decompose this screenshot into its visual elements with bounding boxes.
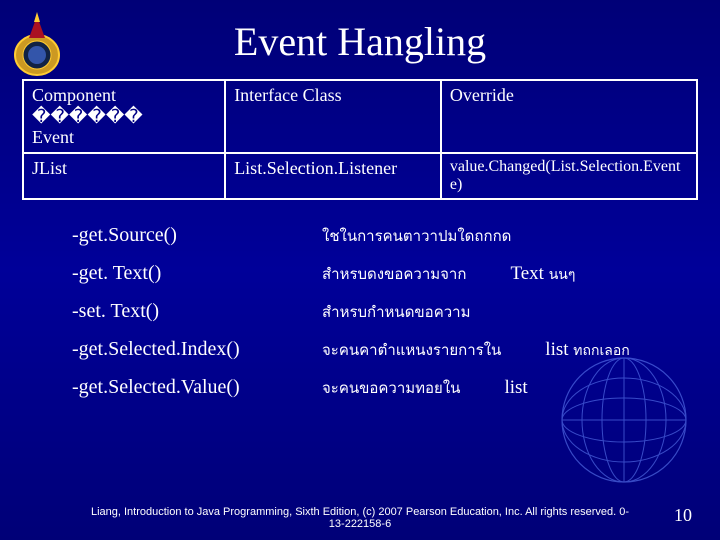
method-extra: list xyxy=(504,377,527,399)
method-name: -get.Source() xyxy=(72,224,292,247)
method-row: -get. Text() สำหรบดงขอความจาก Text นนๆ xyxy=(72,262,660,286)
table-row: JList List.Selection.Listener value.Chan… xyxy=(23,153,697,199)
th-component: Component ������ xyxy=(32,85,143,126)
th-component-event: Component ������ Event xyxy=(23,80,225,153)
method-desc: สำหรบดงขอความจาก xyxy=(322,262,466,286)
table-header-row: Component ������ Event Interface Class O… xyxy=(23,80,697,153)
method-row: -set. Text() สำหรบกำหนดขอความ xyxy=(72,300,660,324)
td-component: JList xyxy=(23,153,225,199)
method-desc: จะคนขอความทอยใน xyxy=(322,376,460,400)
footer-citation: Liang, Introduction to Java Programming,… xyxy=(0,506,720,530)
method-name: -get.Selected.Index() xyxy=(72,338,292,361)
method-desc: สำหรบกำหนดขอความ xyxy=(322,300,470,324)
page-number: 10 xyxy=(674,505,692,526)
slide-title: Event Hangling xyxy=(0,0,720,65)
method-row: -get.Source() ใชในการคนตาวาปมใดถกกด xyxy=(72,224,660,248)
method-desc: ใชในการคนตาวาปมใดถกกด xyxy=(322,224,511,248)
method-extra: Text นนๆ xyxy=(510,263,575,286)
method-desc: จะคนคาตำแหนงรายการใน xyxy=(322,338,501,362)
globe-icon xyxy=(554,350,694,490)
logo-emblem xyxy=(10,10,64,80)
td-override: value.Changed(List.Selection.Event e) xyxy=(441,153,697,199)
th-override: Override xyxy=(441,80,697,153)
event-table: Component ������ Event Interface Class O… xyxy=(22,79,698,200)
td-interface: List.Selection.Listener xyxy=(225,153,441,199)
th-interface: Interface Class xyxy=(225,80,441,153)
method-name: -get. Text() xyxy=(72,262,292,285)
method-name: -get.Selected.Value() xyxy=(72,376,292,399)
method-name: -set. Text() xyxy=(72,300,292,323)
th-event: Event xyxy=(32,127,74,147)
